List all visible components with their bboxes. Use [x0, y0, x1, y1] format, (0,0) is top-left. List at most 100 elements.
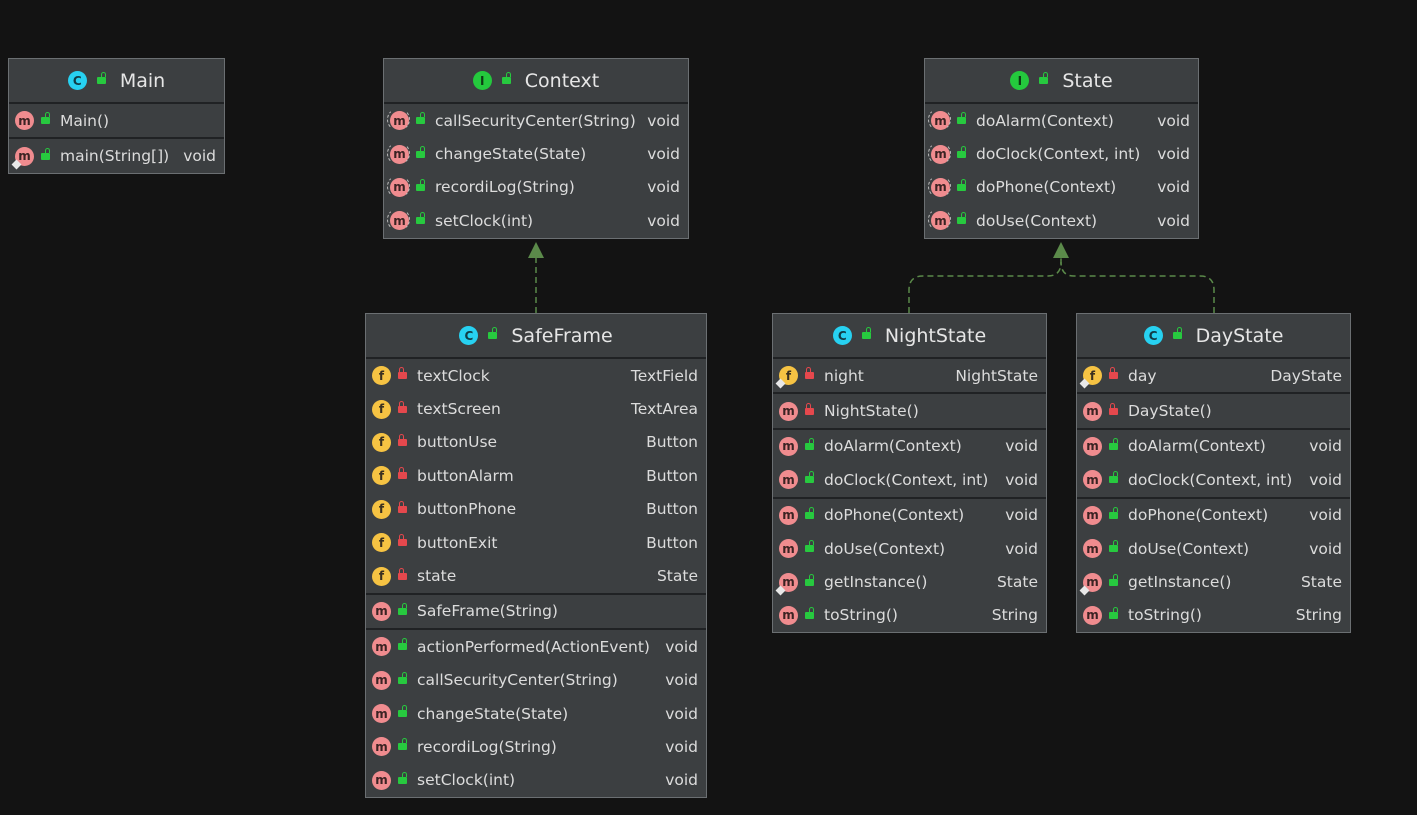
member-row[interactable]: f state State — [366, 559, 706, 592]
member-row[interactable]: m toString() String — [1077, 599, 1350, 632]
member-row[interactable]: f day DayState — [1077, 359, 1350, 392]
member-name: doClock(Context, int) — [1128, 470, 1293, 489]
interface-icon: I — [1010, 71, 1030, 90]
member-row[interactable]: m getInstance() State — [773, 565, 1046, 598]
member-row[interactable]: m actionPerformed(ActionEvent) void — [366, 630, 706, 663]
member-row[interactable]: m setClock(int) void — [366, 764, 706, 797]
member-name: doAlarm(Context) — [1128, 437, 1266, 456]
method-icon: m — [779, 436, 798, 456]
member-row[interactable]: f buttonPhone Button — [366, 493, 706, 526]
method-icon: m — [779, 505, 798, 525]
member-row[interactable]: f buttonAlarm Button — [366, 459, 706, 492]
abstract-method-icon: m — [928, 108, 951, 132]
member-row[interactable]: m doPhone(Context) void — [1077, 499, 1350, 532]
field-icon: f — [372, 533, 391, 553]
member-name: doPhone(Context) — [1128, 506, 1269, 525]
method-icon: m — [1083, 470, 1102, 490]
static-field-icon: f — [1079, 366, 1102, 389]
public-lock-icon — [805, 437, 814, 450]
member-type: void — [1157, 145, 1190, 164]
public-lock-icon — [957, 178, 966, 191]
member-row[interactable]: m NightState() — [773, 394, 1046, 427]
member-type: State — [1300, 573, 1342, 592]
member-row[interactable]: m doAlarm(Context) void — [1077, 430, 1350, 463]
member-type: void — [1005, 470, 1038, 489]
field-icon: f — [372, 499, 391, 519]
member-row[interactable]: m callSecurityCenter(String) void — [366, 664, 706, 697]
member-row[interactable]: m doUse(Context) void — [925, 204, 1198, 237]
member-row[interactable]: m recordiLog(String) void — [384, 171, 688, 204]
member-row[interactable]: m changeState(State) void — [366, 697, 706, 730]
interface-context[interactable]: I Context m callSecurityCenter(String) v… — [383, 58, 689, 239]
class-nightstate[interactable]: C NightState f night NightState m NightS… — [772, 313, 1047, 634]
public-lock-icon — [957, 112, 966, 125]
member-row[interactable]: m toString() String — [773, 599, 1046, 632]
public-lock-icon — [861, 327, 871, 339]
member-row[interactable]: m callSecurityCenter(String) void — [384, 104, 688, 137]
member-row[interactable]: m doClock(Context, int) void — [773, 463, 1046, 496]
member-row[interactable]: m getInstance() State — [1077, 565, 1350, 598]
class-main[interactable]: C Main m Main() m main(String[]) void — [8, 58, 225, 174]
member-row[interactable]: m doPhone(Context) void — [925, 171, 1198, 204]
public-lock-icon — [41, 147, 50, 160]
member-name: doUse(Context) — [976, 211, 1098, 230]
member-type: void — [1309, 506, 1342, 525]
public-lock-icon — [805, 606, 814, 619]
member-name: changeState(State) — [435, 145, 587, 164]
badge-letter: f — [1089, 368, 1096, 383]
member-row[interactable]: f textScreen TextArea — [366, 392, 706, 425]
private-lock-icon — [398, 534, 407, 547]
member-name: actionPerformed(ActionEvent) — [417, 637, 650, 656]
member-type: void — [1005, 437, 1038, 456]
member-name: doUse(Context) — [1128, 539, 1250, 558]
member-type: void — [1157, 211, 1190, 230]
interface-icon: I — [472, 71, 492, 90]
class-header: I State — [925, 59, 1198, 104]
method-icon: m — [1083, 436, 1102, 456]
class-safeframe[interactable]: C SafeFrame f textClock TextField f text… — [365, 313, 707, 799]
public-lock-icon — [805, 506, 814, 519]
member-row[interactable]: m main(String[]) void — [9, 139, 224, 172]
class-daystate[interactable]: C DayState f day DayState m DayState() m… — [1076, 313, 1351, 634]
member-row[interactable]: m recordiLog(String) void — [366, 730, 706, 763]
member-row[interactable]: m DayState() — [1077, 394, 1350, 427]
method-icon: m — [372, 737, 391, 757]
abstract-method-icon: m — [387, 141, 410, 165]
member-row[interactable]: m doPhone(Context) void — [773, 499, 1046, 532]
public-lock-icon — [398, 738, 407, 751]
member-row[interactable]: f buttonExit Button — [366, 526, 706, 559]
arrowhead-context — [528, 242, 544, 258]
member-row[interactable]: f textClock TextField — [366, 359, 706, 392]
member-type: TextArea — [630, 400, 698, 419]
member-row[interactable]: m doClock(Context, int) void — [1077, 463, 1350, 496]
member-row[interactable]: m setClock(int) void — [384, 204, 688, 237]
member-row[interactable]: m Main() — [9, 104, 224, 137]
methods-section: m callSecurityCenter(String) void m chan… — [384, 104, 688, 238]
member-type: Button — [646, 433, 698, 452]
member-row[interactable]: f buttonUse Button — [366, 426, 706, 459]
methods-section: m doPhone(Context) void m doUse(Context)… — [773, 499, 1046, 633]
public-lock-icon — [957, 212, 966, 225]
public-lock-icon — [416, 178, 425, 191]
member-row[interactable]: m doUse(Context) void — [1077, 532, 1350, 565]
private-lock-icon — [398, 567, 407, 580]
interface-state[interactable]: I State m doAlarm(Context) void m doCloc… — [924, 58, 1199, 239]
private-lock-icon — [805, 367, 814, 380]
member-type: Button — [646, 466, 698, 485]
public-lock-icon — [1109, 437, 1118, 450]
public-lock-icon — [398, 638, 407, 651]
member-name: state — [417, 567, 457, 586]
member-row[interactable]: m doUse(Context) void — [773, 532, 1046, 565]
class-header: C NightState — [773, 314, 1046, 359]
member-row[interactable]: f night NightState — [773, 359, 1046, 392]
member-row[interactable]: m doAlarm(Context) void — [773, 430, 1046, 463]
member-row[interactable]: m changeState(State) void — [384, 137, 688, 170]
class-title: NightState — [884, 324, 987, 347]
member-type: void — [1157, 111, 1190, 130]
member-name: Main() — [60, 111, 110, 130]
member-row[interactable]: m doClock(Context, int) void — [925, 137, 1198, 170]
member-row[interactable]: m SafeFrame(String) — [366, 595, 706, 628]
member-name: textClock — [417, 366, 490, 385]
class-title: State — [1062, 69, 1113, 92]
member-row[interactable]: m doAlarm(Context) void — [925, 104, 1198, 137]
